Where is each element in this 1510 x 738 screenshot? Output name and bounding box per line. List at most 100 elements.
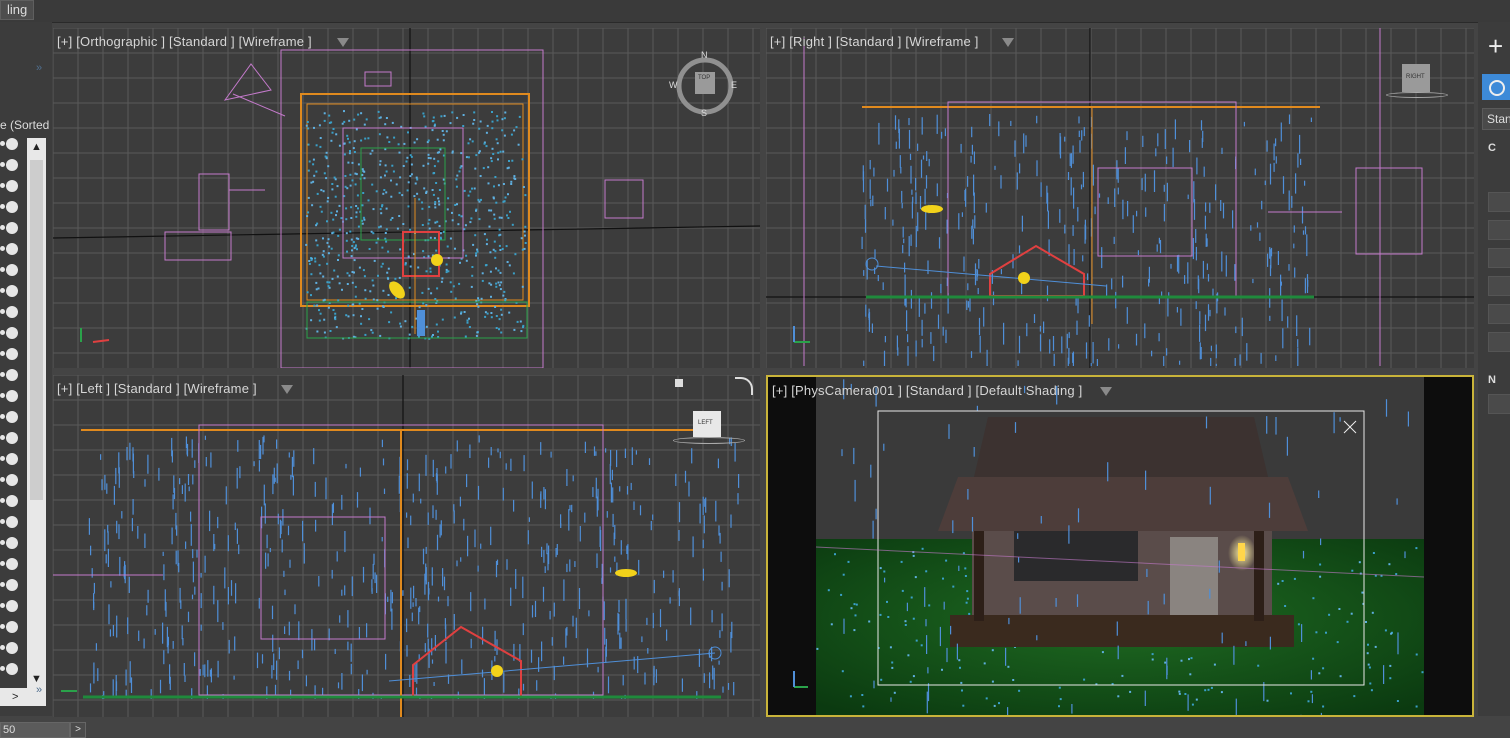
freeze-toggle-icon[interactable] [0,624,5,629]
filter-icon[interactable] [1002,38,1014,47]
freeze-toggle-icon[interactable] [0,225,5,230]
object-type-button[interactable] [1488,220,1510,240]
freeze-toggle-icon[interactable] [0,582,5,587]
rollout-toggle-icon[interactable]: N [1488,374,1496,386]
viewcube[interactable]: RIGHT [1386,64,1448,100]
create-plus-icon[interactable]: + [1488,33,1503,59]
visibility-toggle-icon[interactable] [6,537,18,549]
freeze-toggle-icon[interactable] [0,561,5,566]
command-panel: + Stan C N [1478,22,1510,716]
freeze-toggle-icon[interactable] [0,645,5,650]
visibility-toggle-icon[interactable] [6,243,18,255]
freeze-toggle-icon[interactable] [0,204,5,209]
object-type-button[interactable] [1488,192,1510,212]
viewport-label[interactable]: [+] [Right ] [Standard ] [Wireframe ] [770,34,979,49]
visibility-toggle-icon[interactable] [6,159,18,171]
expand-chevron-icon[interactable]: » [36,62,42,74]
viewport-camera[interactable]: [+] [PhysCamera001 ] [Standard ] [Defaul… [766,375,1474,717]
freeze-toggle-icon[interactable] [0,351,5,356]
viewcube[interactable]: N S E W TOP [669,50,737,118]
visibility-toggle-icon[interactable] [6,285,18,297]
object-type-button[interactable] [1488,332,1510,352]
freeze-toggle-icon[interactable] [0,603,5,608]
scroll-thumb[interactable] [30,160,43,500]
scroll-up-button[interactable]: ▲ [27,138,46,156]
freeze-toggle-icon[interactable] [0,267,5,272]
visibility-toggle-icon[interactable] [6,306,18,318]
visibility-toggle-icon[interactable] [6,453,18,465]
visibility-toggle-icon[interactable] [6,222,18,234]
grid [53,375,760,717]
freeze-toggle-icon[interactable] [0,372,5,377]
visibility-toggle-icon[interactable] [6,663,18,675]
visibility-toggle-icon[interactable] [6,201,18,213]
filter-icon[interactable] [1100,387,1112,396]
freeze-toggle-icon[interactable] [0,246,5,251]
freeze-toggle-icon[interactable] [0,477,5,482]
freeze-toggle-icon[interactable] [0,498,5,503]
freeze-toggle-icon[interactable] [0,435,5,440]
camera-render [793,377,1425,715]
visibility-toggle-icon[interactable] [6,579,18,591]
visibility-toggle-icon[interactable] [6,369,18,381]
freeze-toggle-icon[interactable] [0,183,5,188]
visibility-toggle-icon[interactable] [6,390,18,402]
freeze-toggle-icon[interactable] [0,666,5,671]
visibility-toggle-icon[interactable] [6,516,18,528]
filter-icon[interactable] [281,385,293,394]
status-bar: 50 > [0,718,1510,738]
freeze-toggle-icon[interactable] [0,414,5,419]
plane-helper [260,516,386,640]
viewport-label[interactable]: [+] [PhysCamera001 ] [Standard ] [Defaul… [772,383,1082,398]
home-icon[interactable] [675,379,683,387]
freeze-toggle-icon[interactable] [0,393,5,398]
camera-gizmo [417,310,425,336]
viewcube-label: LEFT [698,420,713,426]
viewport-orthographic[interactable]: [+] [Orthographic ] [Standard ] [Wirefra… [53,28,760,368]
viewport-left[interactable]: [+] [Left ] [Standard ] [Wireframe ] LEF… [53,375,760,717]
frame-field[interactable]: 50 [0,722,70,738]
viewport-label[interactable]: [+] [Orthographic ] [Standard ] [Wirefra… [57,34,312,49]
visibility-toggle-icon[interactable] [6,411,18,423]
object-type-button[interactable] [1488,304,1510,324]
viewport-right[interactable]: [+] [Right ] [Standard ] [Wireframe ] RI… [766,28,1474,368]
viewport-label[interactable]: [+] [Left ] [Standard ] [Wireframe ] [57,381,257,396]
menu-tab[interactable]: ling [0,0,35,20]
visibility-toggle-icon[interactable] [6,180,18,192]
rollout-toggle-icon[interactable]: C [1488,142,1496,154]
sort-label[interactable]: e (Sorted [0,118,49,132]
visibility-toggle-icon[interactable] [6,621,18,633]
next-frame-button[interactable]: > [70,722,86,738]
visibility-toggle-icon[interactable] [6,558,18,570]
visibility-toggle-icon[interactable] [6,642,18,654]
geometry-tab-icon[interactable] [1482,74,1510,100]
object-type-button[interactable] [1488,248,1510,268]
list-scrollbar[interactable]: ▲ ▼ [27,138,46,688]
visibility-toggle-icon[interactable] [6,348,18,360]
freeze-toggle-icon[interactable] [0,456,5,461]
visibility-toggle-icon[interactable] [6,432,18,444]
dummy-right [604,179,644,219]
expand-chevron-icon[interactable]: » [36,684,42,696]
door [1170,537,1218,617]
freeze-toggle-icon[interactable] [0,141,5,146]
visibility-toggle-icon[interactable] [6,474,18,486]
freeze-toggle-icon[interactable] [0,309,5,314]
freeze-toggle-icon[interactable] [0,330,5,335]
category-dropdown[interactable]: Stan [1482,108,1510,130]
visibility-toggle-icon[interactable] [6,138,18,150]
freeze-toggle-icon[interactable] [0,540,5,545]
name-field[interactable] [1488,394,1510,414]
compass-s: S [701,108,708,118]
freeze-toggle-icon[interactable] [0,288,5,293]
visibility-toggle-icon[interactable] [6,600,18,612]
visibility-toggle-icon[interactable] [6,327,18,339]
light-target [223,63,272,101]
filter-icon[interactable] [337,38,349,47]
visibility-toggle-icon[interactable] [6,264,18,276]
freeze-toggle-icon[interactable] [0,519,5,524]
freeze-toggle-icon[interactable] [0,162,5,167]
visibility-toggle-icon[interactable] [6,495,18,507]
object-type-button[interactable] [1488,276,1510,296]
viewcube[interactable]: LEFT [673,411,745,447]
